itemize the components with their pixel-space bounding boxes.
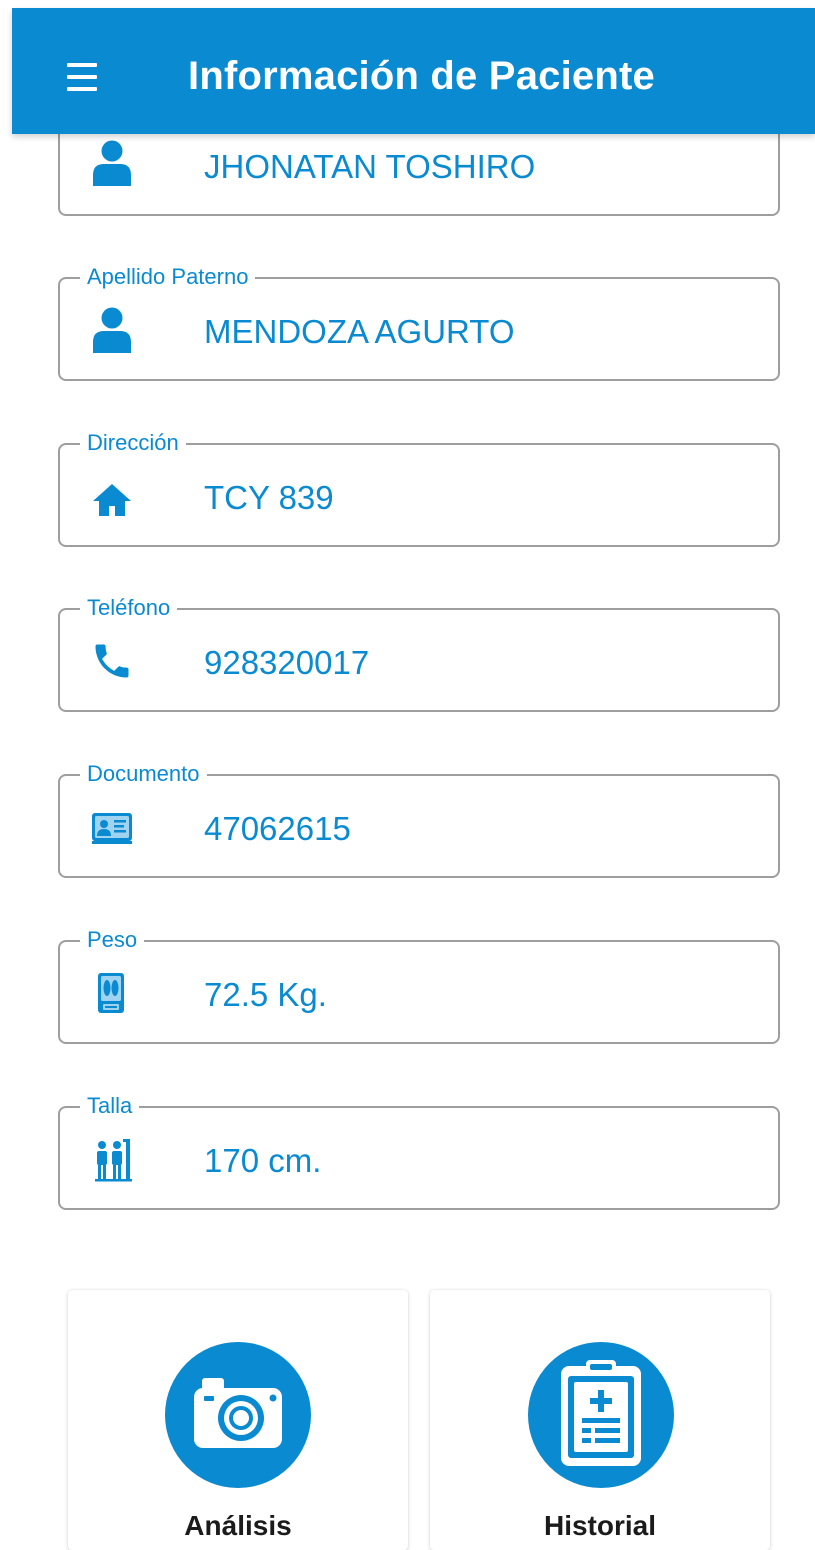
apellido-paterno-value[interactable]: MENDOZA AGURTO (204, 313, 515, 351)
talla-field[interactable]: Talla 170 cm. (58, 1092, 780, 1210)
clipboard-medical-icon (528, 1342, 674, 1488)
hamburger-menu-icon (67, 63, 97, 67)
apellido-paterno-label: Apellido Paterno (80, 263, 256, 291)
telefono-field[interactable]: Teléfono 928320017 (58, 594, 780, 712)
documento-label: Documento (80, 760, 207, 788)
apellido-paterno-field[interactable]: Apellido Paterno MENDOZA AGURTO (58, 263, 780, 381)
phone-icon (90, 637, 134, 685)
telefono-label: Teléfono (80, 594, 178, 622)
page-title: Información de Paciente (188, 54, 655, 98)
peso-label: Peso (80, 926, 145, 954)
person-icon (90, 306, 134, 354)
app-bar: Información de Paciente (12, 8, 815, 134)
direccion-value[interactable]: TCY 839 (204, 479, 334, 517)
telefono-value[interactable]: 928320017 (204, 644, 369, 682)
talla-label: Talla (80, 1092, 140, 1120)
historial-card[interactable]: Historial (430, 1290, 770, 1550)
scale-icon (90, 969, 134, 1017)
hamburger-menu-icon-bar (67, 87, 97, 91)
nombre-value[interactable]: JHONATAN TOSHIRO (204, 148, 535, 186)
direccion-field[interactable]: Dirección TCY 839 (58, 429, 780, 547)
analisis-label: Análisis (184, 1510, 292, 1541)
camera-icon (165, 1342, 311, 1488)
hamburger-menu-icon-bar (67, 75, 97, 79)
documento-value[interactable]: 47062615 (204, 810, 351, 848)
menu-button[interactable] (52, 52, 112, 102)
home-icon (90, 472, 134, 520)
peso-value[interactable]: 72.5 Kg. (204, 976, 327, 1014)
documento-field[interactable]: Documento 47062615 (58, 760, 780, 878)
analisis-card[interactable]: Análisis (68, 1290, 408, 1550)
peso-field[interactable]: Peso 72.5 Kg. (58, 926, 780, 1044)
talla-value[interactable]: 170 cm. (204, 1142, 321, 1180)
height-measure-icon (90, 1135, 134, 1183)
direccion-label: Dirección (80, 429, 186, 457)
historial-label: Historial (543, 1510, 657, 1541)
id-card-icon (90, 803, 134, 851)
person-icon (90, 139, 134, 187)
